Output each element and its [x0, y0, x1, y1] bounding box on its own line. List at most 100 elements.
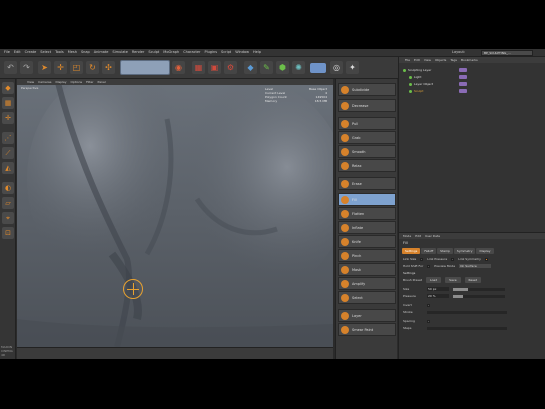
- axis-lock-group[interactable]: [120, 60, 170, 75]
- menu-item-help[interactable]: Help: [253, 50, 261, 54]
- brush-pull[interactable]: Pull: [338, 117, 396, 130]
- link-symmetry-checkbox[interactable]: [484, 257, 488, 261]
- viewport-menu-panel[interactable]: Panel: [98, 79, 106, 85]
- pressure-field[interactable]: 20 %: [427, 294, 449, 298]
- axis-mode-icon[interactable]: ✛: [2, 112, 14, 124]
- brush-select[interactable]: Select: [338, 291, 396, 304]
- menu-item-create[interactable]: Create: [25, 50, 37, 54]
- rotate-icon[interactable]: ↻: [86, 61, 99, 74]
- save-button[interactable]: Save: [445, 277, 461, 283]
- tab-display[interactable]: Display: [476, 248, 494, 254]
- texture-mode-icon[interactable]: ▦: [2, 97, 14, 109]
- tab-falloff[interactable]: Falloff: [421, 248, 437, 254]
- layout-select[interactable]: BP_SCULPTING_...: [481, 50, 533, 56]
- viewport-menu-cameras[interactable]: Cameras: [38, 79, 51, 85]
- object-tag-icon[interactable]: [459, 82, 467, 86]
- stroke-slider[interactable]: [427, 310, 507, 314]
- link-size-checkbox[interactable]: [420, 257, 424, 261]
- attr-menu-user-data[interactable]: User Data: [425, 234, 440, 238]
- menu-item-character[interactable]: Character: [183, 50, 200, 54]
- brush-flatten[interactable]: Flatten: [338, 207, 396, 220]
- workplane-icon[interactable]: ▱: [2, 197, 14, 209]
- menu-item-snap[interactable]: Snap: [81, 50, 90, 54]
- brush-erase[interactable]: Erase: [338, 177, 396, 190]
- edges-mode-icon[interactable]: ⟋: [2, 147, 14, 159]
- move-icon[interactable]: ✛: [54, 61, 67, 74]
- light-icon[interactable]: ✦: [346, 61, 359, 74]
- menu-item-plugins[interactable]: Plugins: [204, 50, 217, 54]
- tab-settings[interactable]: Settings: [402, 248, 421, 254]
- pointer-icon[interactable]: ➤: [38, 61, 51, 74]
- menu-item-window[interactable]: Window: [235, 50, 249, 54]
- menu-item-simulate[interactable]: Simulate: [112, 50, 127, 54]
- sculpt-mode-icon[interactable]: ◐: [2, 182, 14, 194]
- brush-pinch[interactable]: Pinch: [338, 249, 396, 262]
- brush-smear-paint[interactable]: Smear Paint: [338, 323, 396, 336]
- scene-icon[interactable]: [310, 63, 326, 73]
- brush-subdivide[interactable]: Subdivide: [338, 83, 396, 96]
- menu-item-edit[interactable]: Edit: [14, 50, 21, 54]
- model-mode-icon[interactable]: ◆: [2, 82, 14, 94]
- invert-checkbox[interactable]: [427, 303, 430, 307]
- load-button[interactable]: Load: [425, 277, 442, 283]
- recent-tool-icon[interactable]: ✣: [102, 61, 115, 74]
- menu-item-animate[interactable]: Animate: [94, 50, 109, 54]
- brush-grab[interactable]: Grab: [338, 131, 396, 144]
- scale-icon[interactable]: ◰: [70, 61, 83, 74]
- preview-mode-select[interactable]: On Surface: [459, 264, 492, 268]
- redo-icon[interactable]: ↷: [20, 61, 33, 74]
- viewport-menu-view[interactable]: View: [27, 79, 34, 85]
- object-tag-icon[interactable]: [459, 89, 467, 93]
- brush-fill[interactable]: Fill: [338, 193, 396, 206]
- object-tag-icon[interactable]: [459, 68, 467, 72]
- object-menu-view[interactable]: View: [424, 58, 431, 62]
- locking-icon[interactable]: ⊡: [2, 227, 14, 239]
- brush-inflate[interactable]: Inflate: [338, 221, 396, 234]
- menu-item-mograph[interactable]: MoGraph: [163, 50, 179, 54]
- brush-relax[interactable]: Relax: [338, 159, 396, 172]
- object-menu-tags[interactable]: Tags: [450, 58, 457, 62]
- object-menu-bookmarks[interactable]: Bookmarks: [461, 58, 478, 62]
- object-menu-file[interactable]: File: [405, 58, 410, 62]
- attr-menu-edit[interactable]: Edit: [415, 234, 421, 238]
- size-field[interactable]: 50 px: [427, 287, 449, 291]
- menu-item-render[interactable]: Render: [132, 50, 144, 54]
- brush-amplify[interactable]: Amplify: [338, 277, 396, 290]
- object-tag-icon[interactable]: [459, 75, 467, 79]
- steps-slider[interactable]: [427, 326, 507, 330]
- cube-icon[interactable]: ◆: [244, 61, 257, 74]
- object-menu-edit[interactable]: Edit: [414, 58, 420, 62]
- render-settings-icon[interactable]: ⚙: [224, 61, 237, 74]
- points-mode-icon[interactable]: ⋰: [2, 132, 14, 144]
- attr-menu-mode[interactable]: Mode: [403, 234, 411, 238]
- menu-item-mesh[interactable]: Mesh: [68, 50, 77, 54]
- viewport-menu-filter[interactable]: Filter: [86, 79, 93, 85]
- viewport-menu-options[interactable]: Options: [71, 79, 83, 85]
- object-menu-objects[interactable]: Objects: [435, 58, 446, 62]
- size-slider[interactable]: [453, 287, 505, 291]
- polygons-mode-icon[interactable]: ◭: [2, 162, 14, 174]
- subdivision-icon[interactable]: ⬢: [276, 61, 289, 74]
- render-icon[interactable]: ▣: [208, 61, 221, 74]
- menu-item-file[interactable]: File: [4, 50, 10, 54]
- reset-button[interactable]: Reset: [464, 277, 481, 283]
- render-view-icon[interactable]: ▦: [192, 61, 205, 74]
- viewport-menu-display[interactable]: Display: [55, 79, 66, 85]
- undo-icon[interactable]: ↶: [4, 61, 17, 74]
- tab-symmetry[interactable]: Symmetry: [453, 248, 476, 254]
- camera-icon[interactable]: ◎: [330, 61, 343, 74]
- brush-decrease[interactable]: Decrease: [338, 99, 396, 112]
- spacing-checkbox[interactable]: [427, 319, 430, 323]
- brush-layer[interactable]: Layer: [338, 309, 396, 322]
- brush-smooth[interactable]: Smooth: [338, 145, 396, 158]
- menu-item-sculpt[interactable]: Sculpt: [148, 50, 159, 54]
- link-pressure-checkbox[interactable]: [451, 257, 455, 261]
- deformer-icon[interactable]: ✺: [292, 61, 305, 74]
- object-row[interactable]: Sculpting Layer: [403, 67, 503, 73]
- world-coord-icon[interactable]: ◉: [172, 61, 185, 74]
- menu-item-select[interactable]: Select: [40, 50, 51, 54]
- spline-icon[interactable]: ✎: [260, 61, 273, 74]
- brush-mask[interactable]: Mask: [338, 263, 396, 276]
- tab-stamp[interactable]: Stamp: [437, 248, 453, 254]
- perspective-viewport[interactable]: View Cameras Display Options Filter Panel Per…: [17, 79, 333, 347]
